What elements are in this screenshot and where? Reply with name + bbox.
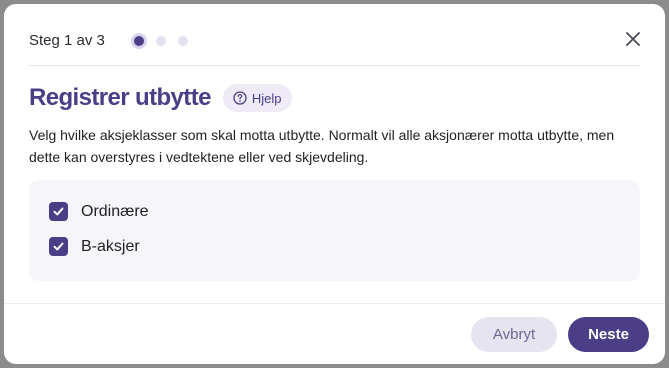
dialog-footer: Avbryt Neste — [4, 303, 665, 364]
checkbox[interactable] — [49, 237, 68, 256]
cancel-button[interactable]: Avbryt — [471, 317, 557, 352]
close-icon — [626, 32, 640, 46]
check-icon — [53, 242, 64, 251]
question-circle-icon — [233, 91, 247, 105]
next-button[interactable]: Neste — [568, 317, 649, 352]
dialog-header: Steg 1 av 3 — [29, 4, 640, 66]
option-label: Ordinære — [81, 202, 149, 220]
help-button[interactable]: Hjelp — [222, 84, 293, 112]
check-icon — [53, 207, 64, 216]
step-dot-1 — [131, 33, 147, 49]
option-label: B-aksjer — [81, 237, 140, 255]
step-dots — [131, 33, 200, 49]
share-class-list: Ordinære B-aksjer — [29, 180, 640, 281]
share-class-option-b-aksjer[interactable]: B-aksjer — [49, 237, 140, 256]
step-dot-2 — [156, 36, 166, 46]
dialog: Steg 1 av 3 Registrer utbytte Hjelp Velg… — [4, 4, 665, 364]
help-label: Hjelp — [251, 90, 282, 106]
step-dot-3 — [178, 36, 188, 46]
share-class-option-ordinaere[interactable]: Ordinære — [49, 202, 149, 221]
step-indicator-label: Steg 1 av 3 — [29, 32, 105, 49]
title-row: Registrer utbytte Hjelp — [29, 84, 293, 112]
description: Velg hvilke aksjeklasser som skal motta … — [29, 127, 615, 165]
checkbox[interactable] — [49, 202, 68, 221]
close-button[interactable] — [622, 28, 644, 50]
page-title: Registrer utbytte — [29, 84, 211, 111]
